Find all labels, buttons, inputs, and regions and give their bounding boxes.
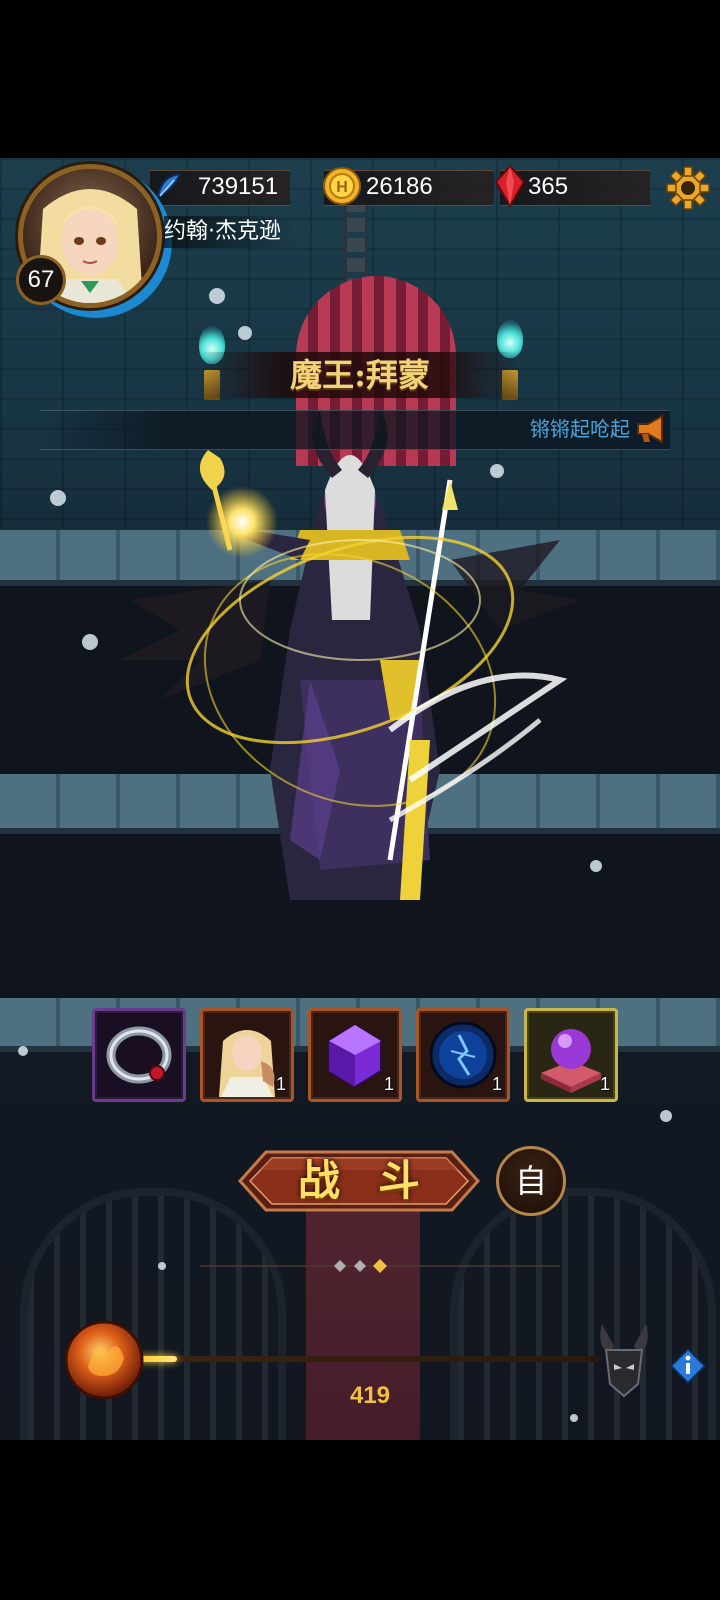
snow-particle (158, 1262, 166, 1270)
snow-particle (570, 1414, 578, 1422)
fire-orb-icon[interactable] (62, 1318, 146, 1402)
reward-slot[interactable] (92, 1008, 186, 1102)
announcement-text: 锵锵起呛起 (530, 417, 630, 441)
power-feather-icon (156, 172, 182, 197)
stage-progress-track (140, 1356, 600, 1362)
reward-slot[interactable]: 1 (524, 1008, 618, 1102)
snow-particle (18, 1046, 28, 1056)
reward-count: 1 (275, 1074, 286, 1094)
snow-particle (82, 634, 98, 650)
reward-count: 1 (383, 1074, 394, 1094)
reward-slot[interactable]: 1 (416, 1008, 510, 1102)
reward-count: 1 (599, 1074, 610, 1094)
gems-value: 365 (528, 173, 569, 200)
stage-indicator (200, 1259, 560, 1273)
snow-particle (50, 490, 66, 506)
stage-number: 419 (349, 1382, 391, 1409)
gold-value: 26186 (366, 173, 433, 200)
ring-icon (106, 1026, 172, 1084)
battle-button[interactable] (236, 1144, 482, 1218)
gold-coin-icon: H (323, 167, 361, 205)
boss-title: 魔王:拜蒙 (290, 356, 430, 394)
iron-gate-right (450, 1188, 716, 1440)
player-name: 约翰·杰克逊 (164, 216, 295, 248)
boss-demon-head-icon (600, 1324, 648, 1398)
reward-slot[interactable]: 1 (308, 1008, 402, 1102)
red-gem-icon (494, 164, 526, 208)
power-value: 739151 (198, 173, 279, 200)
svg-text:H: H (336, 179, 348, 196)
auto-battle-button[interactable]: 自 (496, 1146, 566, 1216)
horn-icon[interactable] (634, 414, 668, 444)
settings-gear-icon[interactable] (666, 166, 710, 210)
game-screen: 739151 H 26186 365 67 约翰·杰克逊 魔王:拜蒙 锵锵起呛起… (0, 0, 720, 1600)
snow-particle (590, 860, 602, 872)
snow-particle (660, 1110, 672, 1122)
reward-count: 1 (491, 1074, 502, 1094)
iron-gate-left (20, 1188, 286, 1440)
player-level-badge: 67 (16, 255, 66, 305)
info-icon[interactable] (670, 1348, 706, 1384)
reward-slot[interactable]: 1 (200, 1008, 294, 1102)
